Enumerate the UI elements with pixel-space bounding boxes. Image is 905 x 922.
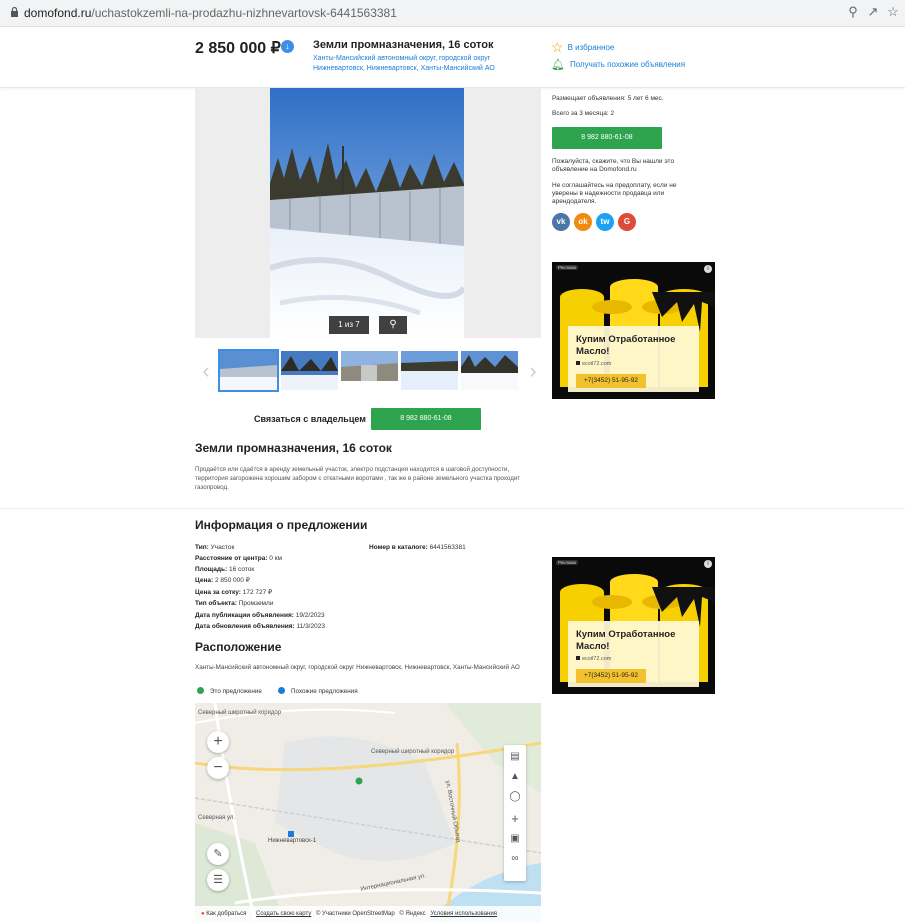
header-title: Земли промназначения, 16 соток bbox=[313, 39, 494, 51]
browser-address-bar[interactable]: domofond.ru/uchastokzemli-na-prodazhu-ni… bbox=[0, 0, 905, 27]
zoom-out-button[interactable]: − bbox=[207, 757, 229, 779]
info-row-published: Дата публикации объявления: 19/2/2023 bbox=[195, 612, 325, 619]
share-icon[interactable]: ↗ bbox=[866, 5, 880, 19]
price-info-icon[interactable]: ↓ bbox=[281, 40, 294, 53]
contact-phone-button[interactable]: 8 982 880-61-08 bbox=[371, 408, 481, 430]
hospital-icon[interactable]: + bbox=[504, 811, 526, 826]
ad-banner-2[interactable]: Реклама i Купим Отработанное Масло! ecoi… bbox=[552, 557, 715, 694]
main-photo[interactable] bbox=[270, 88, 464, 338]
header-address-link[interactable]: Ханты-Мансийский автономный округ, город… bbox=[313, 54, 513, 74]
section-divider bbox=[0, 508, 905, 509]
thumbnail-1[interactable] bbox=[218, 349, 279, 392]
seller-note-mention: Пожалуйста, скажите, что Вы нашли это об… bbox=[552, 158, 675, 173]
header-price: 2 850 000 ₽ bbox=[195, 40, 281, 57]
info-section-title: Информация о предложении bbox=[195, 518, 368, 532]
location-address: Ханты-Мансийский автономный округ, город… bbox=[195, 664, 520, 671]
osm-credit[interactable]: © Участники OpenStreetMap bbox=[316, 906, 395, 922]
info-row-object-type: Тип объекта: Промземли bbox=[195, 600, 274, 607]
playground-icon[interactable]: ◯ bbox=[504, 791, 526, 802]
add-favorite-link[interactable]: ☆ В избранное bbox=[551, 39, 614, 56]
school-icon[interactable]: ▲ bbox=[504, 771, 526, 782]
transport-icon[interactable]: ▤ bbox=[504, 751, 526, 762]
layers-icon[interactable]: ☰ bbox=[207, 869, 229, 891]
google-icon[interactable]: G bbox=[618, 213, 636, 231]
zoom-photo-icon[interactable]: ⚲ bbox=[379, 316, 407, 334]
thumb-prev-arrow[interactable]: ‹ bbox=[199, 358, 213, 384]
twitter-icon[interactable]: tw bbox=[596, 213, 614, 231]
thumbnail-2[interactable] bbox=[281, 351, 338, 390]
ad-site: ecoil72.com bbox=[576, 656, 611, 662]
ad-info-icon[interactable]: i bbox=[704, 560, 712, 568]
seller-note-prepay: Не соглашайтесь на предоплату, если не у… bbox=[552, 182, 677, 205]
thumbnail-4[interactable] bbox=[401, 351, 458, 390]
map-label-road-2: Северный широтный коридор bbox=[198, 710, 282, 716]
ad-tag: Реклама bbox=[556, 560, 579, 565]
sidebar-phone-button[interactable]: 8 982 880-61-08 bbox=[552, 127, 662, 149]
ad-info-icon[interactable]: i bbox=[704, 265, 712, 273]
terms-link[interactable]: Условия использования bbox=[430, 906, 497, 922]
subscribe-similar-link[interactable]: 🔔︎ Получать похожие объявления bbox=[551, 58, 685, 71]
shop-icon[interactable]: ▣ bbox=[504, 833, 526, 844]
legend-similar-offers: Похожие предложения bbox=[278, 687, 358, 695]
ad-banner-1[interactable]: Реклама i Купим Отработанное Масло! ecoi… bbox=[552, 262, 715, 399]
ad-phone-button[interactable]: +7(3452) 51-95-92 bbox=[576, 374, 646, 388]
site-favicon-icon bbox=[576, 361, 580, 365]
site-favicon-icon bbox=[576, 656, 580, 660]
location-section-title: Расположение bbox=[195, 640, 282, 654]
ad-title: Купим Отработанное Масло! bbox=[576, 629, 676, 652]
info-row-distance: Расстояние от центра: 0 км bbox=[195, 555, 283, 562]
green-dot-icon bbox=[197, 687, 204, 694]
ad-title: Купим Отработанное Масло! bbox=[576, 334, 676, 357]
thumb-next-arrow[interactable]: › bbox=[526, 358, 540, 384]
url-text[interactable]: domofond.ru/uchastokzemli-na-prodazhu-ni… bbox=[24, 6, 397, 20]
map-label-road-1: Северный широтный коридор bbox=[371, 749, 455, 755]
seller-listings-3m: Всего за 3 месяца: 2 bbox=[552, 110, 615, 117]
contact-owner-label: Связаться с владельцем bbox=[254, 414, 366, 424]
info-row-type: Тип: Участок bbox=[195, 544, 235, 551]
bookmark-star-icon[interactable]: ☆ bbox=[886, 5, 900, 19]
route-link[interactable]: ● Как добраться bbox=[201, 906, 246, 922]
map-poi-toolbar: ▤ ▲ ◯ + ▣ ∞ bbox=[504, 745, 526, 881]
bicycle-icon[interactable]: ∞ bbox=[504, 853, 526, 864]
zoom-in-button[interactable]: + bbox=[207, 731, 229, 753]
ad-phone-button[interactable]: +7(3452) 51-95-92 bbox=[576, 669, 646, 683]
create-map-link[interactable]: Создать свою карту bbox=[256, 906, 311, 922]
yandex-credit: © Яндекс bbox=[399, 911, 426, 917]
info-row-catalog-number: Номер в каталоге: 6441563381 bbox=[369, 544, 466, 551]
photo-counter: 1 из 7 bbox=[329, 316, 369, 334]
thumbnail-3[interactable] bbox=[341, 351, 398, 390]
seller-experience: Размещает объявления: 5 лет 6 мес. bbox=[552, 95, 664, 102]
thumbnail-5[interactable] bbox=[461, 351, 518, 390]
map-label-station: Нижневартовск-1 bbox=[268, 838, 317, 844]
blue-dot-icon bbox=[278, 687, 285, 694]
legend-this-offer: Это предложение bbox=[197, 687, 262, 695]
listing-title: Земли промназначения, 16 соток bbox=[195, 441, 392, 455]
info-row-price-per-sotka: Цена за сотку: 172 727 ₽ bbox=[195, 589, 273, 596]
ruler-icon[interactable]: ✎ bbox=[207, 843, 229, 865]
map-footer: ● Как добраться Создать свою карту © Уча… bbox=[195, 906, 541, 922]
vk-icon[interactable]: vk bbox=[552, 213, 570, 231]
ad-site: ecoil72.com bbox=[576, 361, 611, 367]
social-share: vk ok tw G bbox=[552, 213, 642, 233]
info-row-price: Цена: 2 850 000 ₽ bbox=[195, 577, 250, 584]
zoom-icon[interactable]: ⚲ bbox=[846, 5, 860, 19]
ok-icon[interactable]: ok bbox=[574, 213, 592, 231]
map-label-road-5: Северная ул. bbox=[198, 815, 236, 821]
star-icon: ☆ bbox=[551, 39, 564, 55]
lock-icon bbox=[11, 6, 18, 17]
info-row-updated: Дата обновления объявления: 11/3/2023 bbox=[195, 623, 325, 630]
bell-icon: 🔔︎ bbox=[551, 59, 565, 71]
info-row-area: Площадь: 16 соток bbox=[195, 566, 255, 573]
map-pin-icon: ● bbox=[201, 911, 205, 917]
ad-tag: Реклама bbox=[556, 265, 579, 270]
listing-description: Продаётся или сдаётся в аренду земельный… bbox=[195, 466, 521, 491]
